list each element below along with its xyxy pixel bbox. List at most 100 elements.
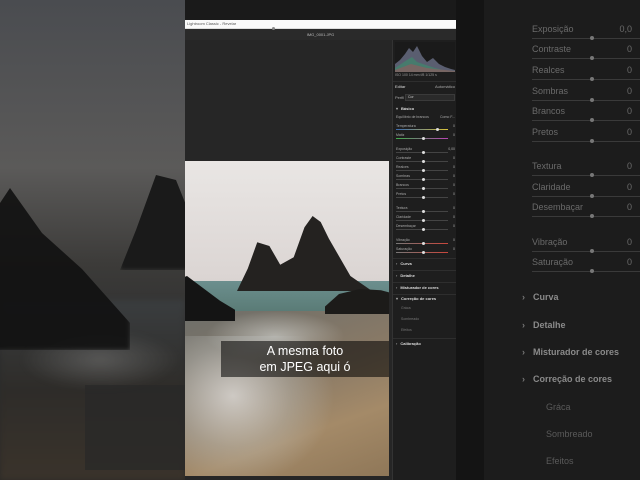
ghost-section: › Correção de cores: [522, 374, 613, 384]
photo-preview[interactable]: [185, 161, 389, 476]
ghost-value: 0: [626, 182, 632, 192]
slider-label: Saturação: [396, 247, 412, 251]
slider-knob[interactable]: [422, 228, 425, 231]
slider-temperature[interactable]: Temperatura 0: [396, 124, 455, 131]
slider-value: 0: [453, 156, 455, 160]
slider-blacks[interactable]: Pretos 0: [396, 192, 455, 199]
ghost-value: 0,0: [619, 24, 632, 34]
ghost-value: 0: [626, 65, 632, 75]
slider-knob[interactable]: [422, 169, 425, 172]
histogram-graph: [395, 46, 455, 72]
ghost-value: 0: [626, 257, 632, 267]
slider-highlights[interactable]: Realces 0: [396, 165, 455, 172]
slider-knob[interactable]: [422, 210, 425, 213]
slider-knob[interactable]: [422, 196, 425, 199]
ghost-label: Claridade: [532, 182, 571, 192]
slider-label: Brancos: [396, 183, 409, 187]
slider-knob[interactable]: [422, 251, 425, 254]
color-grading-global[interactable]: Gráca: [401, 306, 411, 310]
divider: [393, 338, 456, 339]
slider-label: Matiz: [396, 133, 405, 137]
section-calibration[interactable]: › Calibração: [396, 341, 421, 346]
chevron-right-icon: ›: [396, 261, 398, 266]
ghost-label: Pretos: [532, 127, 559, 137]
profile-label: Perfil: [395, 95, 405, 100]
color-grading-shadows[interactable]: Sombreado: [401, 317, 419, 321]
slider-knob[interactable]: [436, 128, 439, 131]
ghost-slider: [532, 77, 640, 81]
slider-knob[interactable]: [422, 219, 425, 222]
ghost-label: Contraste: [532, 44, 572, 54]
slider-contrast[interactable]: Contraste 0: [396, 156, 455, 163]
slider-track[interactable]: [396, 129, 448, 130]
photo-rock-peak: [237, 216, 372, 291]
slider-knob[interactable]: [422, 137, 425, 140]
ghost-label: Saturação: [532, 257, 574, 267]
slider-whites[interactable]: Brancos 0: [396, 183, 455, 190]
divider: [393, 258, 456, 259]
section-detail[interactable]: › Detalhe: [396, 273, 415, 278]
slider-vibrance[interactable]: Vibração 0: [396, 238, 455, 245]
ghost-section: › Curva: [522, 292, 559, 302]
slider-dehaze[interactable]: Desembaçar 0: [396, 224, 455, 231]
ghost-slider: [532, 269, 640, 273]
slider-value: 0: [453, 224, 455, 228]
exif-info: ISO 100 14 mm f/8 1/125 s: [395, 73, 437, 77]
section-basic[interactable]: ▾ Básico: [396, 106, 414, 111]
caption-line-2: em JPEG aqui ó: [259, 360, 351, 374]
file-bar: IMG_0001.JPG: [185, 27, 456, 40]
wb-label: Equilíbrio de brancos: [396, 115, 429, 119]
ghost-value: 0: [626, 202, 632, 212]
slider-knob[interactable]: [422, 187, 425, 190]
file-name: IMG_0001.JPG: [306, 32, 335, 37]
auto-button[interactable]: Automático: [435, 84, 455, 89]
divider: [393, 282, 456, 283]
slider-knob[interactable]: [422, 160, 425, 163]
app-window: Lightroom Classic - Revelar IMG_0001.JPG…: [185, 0, 456, 480]
ghost-section: › Misturador de cores: [522, 347, 620, 357]
slider-tint[interactable]: Matiz 0: [396, 133, 455, 140]
ghost-slider: [532, 249, 640, 253]
ghost-value: 0: [626, 86, 632, 96]
slider-value: 0: [453, 192, 455, 196]
ghost-section: › Detalhe: [522, 320, 566, 330]
blurred-develop-panel: Exposição 0,0 Contraste 0 Realces 0 Somb…: [484, 0, 640, 480]
image-canvas[interactable]: A mesma foto em JPEG aqui ó: [185, 40, 392, 480]
slider-clarity[interactable]: Claridade 0: [396, 215, 455, 222]
slider-value: 0,00: [448, 147, 455, 151]
section-color-mixer[interactable]: › Misturador de cores: [396, 285, 439, 290]
slider-exposure[interactable]: Exposição 0,00: [396, 147, 455, 154]
divider: [393, 294, 456, 295]
ghost-sub: Gráca: [546, 402, 571, 412]
slider-saturation[interactable]: Saturação 0: [396, 247, 455, 254]
slider-texture[interactable]: Textura 0: [396, 206, 455, 213]
profile-select[interactable]: Cor: [405, 94, 455, 101]
divider: [393, 81, 456, 82]
slider-label: Contraste: [396, 156, 412, 160]
slider-shadows[interactable]: Sombras 0: [396, 174, 455, 181]
slider-value: 0: [453, 183, 455, 187]
slider-value: 0: [453, 206, 455, 210]
ghost-slider: [532, 98, 640, 102]
slider-knob[interactable]: [422, 151, 425, 154]
slider-knob[interactable]: [422, 242, 425, 245]
wb-row[interactable]: Equilíbrio de brancos Como F...: [396, 115, 455, 122]
slider-knob[interactable]: [422, 178, 425, 181]
caption-overlay: A mesma foto em JPEG aqui ó: [221, 341, 389, 377]
section-curve[interactable]: › Curva: [396, 261, 412, 266]
slider-label: Sombras: [396, 174, 411, 178]
ghost-slider: [532, 56, 640, 60]
color-grading-effects[interactable]: Efeitos: [401, 328, 412, 332]
wb-select[interactable]: Como F...: [440, 115, 455, 119]
slider-label: Realces: [396, 165, 409, 169]
slider-label: Desembaçar: [396, 224, 416, 228]
ghost-label: Vibração: [532, 237, 568, 247]
blurred-rock-large: [0, 188, 130, 350]
section-color-grading[interactable]: ▾ Correção de cores: [396, 296, 436, 301]
chevron-down-icon: ▾: [396, 296, 399, 301]
slider-label: Textura: [396, 206, 408, 210]
ghost-slider: [532, 194, 640, 198]
ghost-slider: [532, 139, 640, 143]
ghost-label: Exposição: [532, 24, 574, 34]
slider-value: 0: [453, 238, 455, 242]
